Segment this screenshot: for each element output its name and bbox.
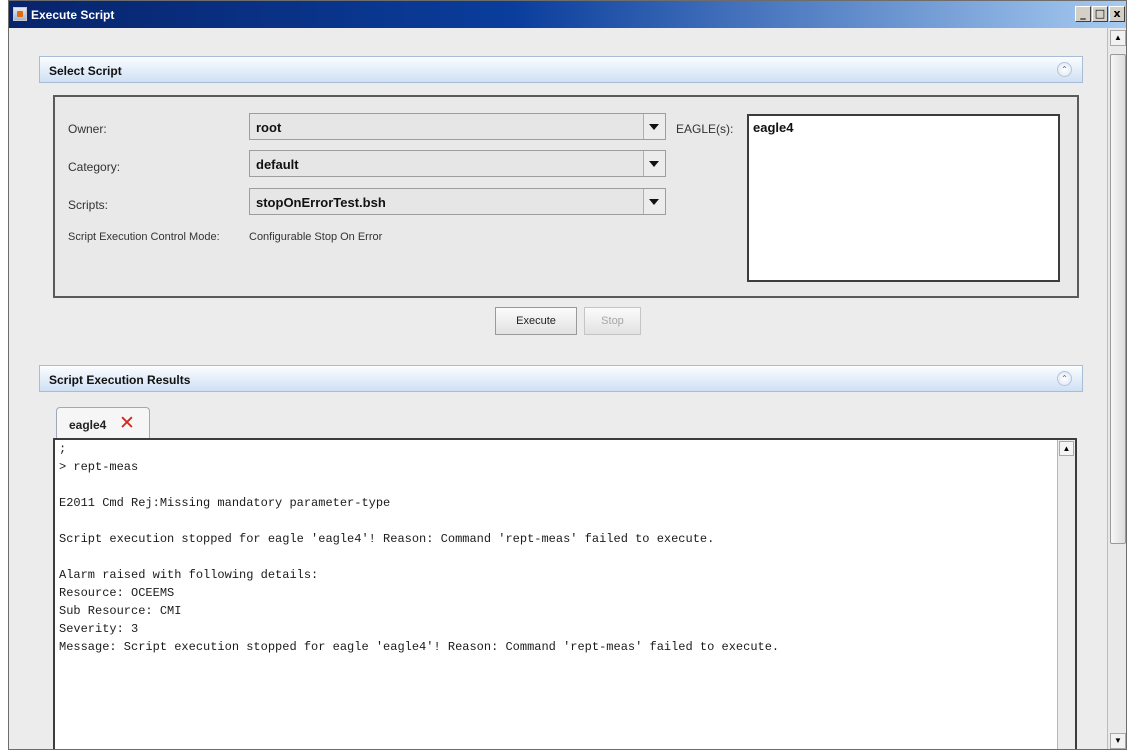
maximize-button[interactable]: □: [1092, 6, 1108, 22]
results-header[interactable]: Script Execution Results ⌃: [39, 365, 1083, 392]
control-mode-value: Configurable Stop On Error: [249, 231, 383, 243]
output-scrollbar[interactable]: ▲: [1057, 440, 1075, 749]
window-title: Execute Script: [31, 8, 115, 22]
select-script-title: Select Script: [49, 64, 122, 78]
scripts-value: stopOnErrorTest.bsh: [256, 195, 386, 210]
results-title: Script Execution Results: [49, 373, 191, 387]
category-dropdown-icon[interactable]: [643, 151, 665, 176]
control-mode-label: Script Execution Control Mode:: [68, 231, 220, 243]
select-script-header[interactable]: Select Script ⌃: [39, 56, 1083, 83]
eagles-label: EAGLE(s):: [676, 122, 734, 136]
close-tab-icon[interactable]: ✕: [119, 412, 135, 434]
app-icon: [13, 7, 27, 21]
window-scroll-thumb[interactable]: [1110, 54, 1126, 544]
stop-button[interactable]: Stop: [584, 307, 641, 335]
category-label: Category:: [68, 160, 121, 174]
scroll-up-icon[interactable]: ▲: [1059, 441, 1074, 456]
owner-dropdown-icon[interactable]: [643, 114, 665, 139]
window-scroll-up-icon[interactable]: ▲: [1110, 30, 1126, 46]
title-bar[interactable]: Execute Script _ □ x: [9, 1, 1126, 28]
category-select[interactable]: default: [249, 150, 666, 177]
execute-button[interactable]: Execute: [495, 307, 577, 335]
collapse-select-script-icon[interactable]: ⌃: [1057, 62, 1072, 77]
tab-eagle4[interactable]: eagle4 ✕: [56, 407, 150, 439]
category-value: default: [256, 157, 299, 172]
eagles-list[interactable]: eagle4: [747, 114, 1060, 282]
window-scroll-down-icon[interactable]: ▼: [1110, 733, 1126, 749]
owner-label: Owner:: [68, 122, 107, 136]
minimize-button[interactable]: _: [1075, 6, 1091, 22]
eagle-list-item[interactable]: eagle4: [753, 120, 793, 135]
tab-eagle4-label: eagle4: [69, 418, 107, 432]
select-script-form: Owner: root Category: default Scripts: s…: [53, 95, 1079, 298]
output-text: ; > rept-meas E2011 Cmd Rej:Missing mand…: [59, 442, 780, 654]
close-button[interactable]: x: [1109, 6, 1125, 22]
collapse-results-icon[interactable]: ⌃: [1057, 371, 1072, 386]
owner-select[interactable]: root: [249, 113, 666, 140]
window-scrollbar[interactable]: ▲ ▼: [1107, 28, 1126, 749]
owner-value: root: [256, 120, 282, 135]
content-area: Select Script ⌃ Owner: root Category: de…: [9, 28, 1107, 749]
scripts-dropdown-icon[interactable]: [643, 189, 665, 214]
output-console[interactable]: ; > rept-meas E2011 Cmd Rej:Missing mand…: [53, 438, 1077, 749]
execute-script-window: Execute Script _ □ x Select Script ⌃ Own…: [8, 0, 1127, 750]
scripts-label: Scripts:: [68, 198, 109, 212]
scripts-select[interactable]: stopOnErrorTest.bsh: [249, 188, 666, 215]
